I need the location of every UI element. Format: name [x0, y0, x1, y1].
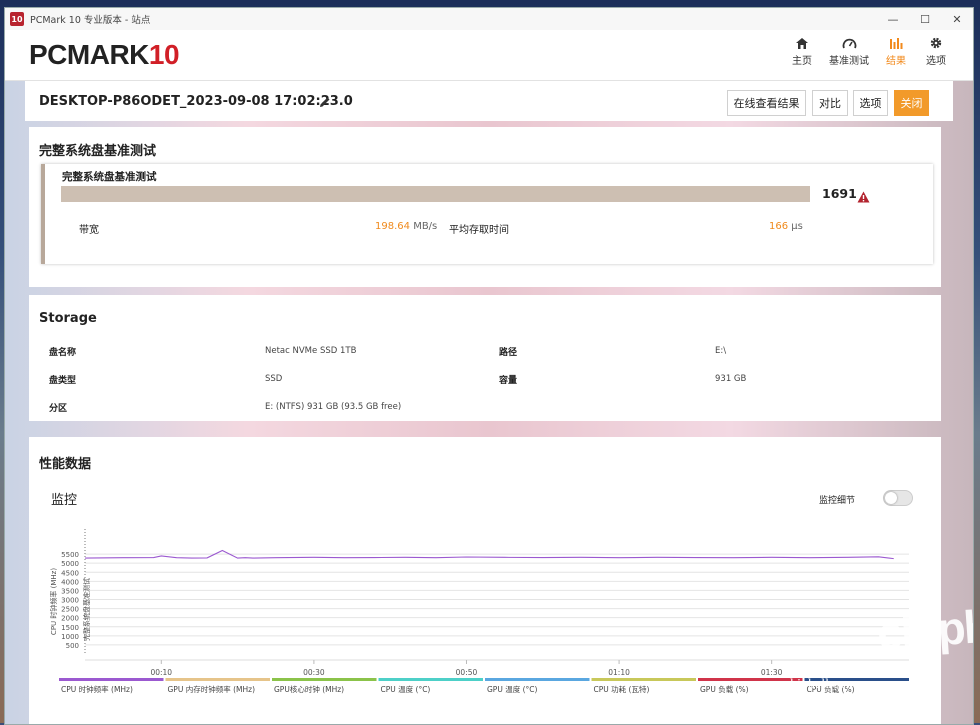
y-tick-label: 5000 [61, 560, 79, 568]
result-toolbar: DESKTOP-P86ODET_2023-09-08 17:02:23.0 在线… [25, 81, 953, 121]
y-tick-label: 1000 [61, 633, 79, 641]
nav-results[interactable]: 结果 [883, 34, 909, 67]
logo-version: 10 [148, 39, 180, 70]
maximize-button[interactable]: ☐ [909, 8, 941, 30]
benchmark-inner-card: 完整系统盘基准测试 1691 带宽 198.64 MB/s 平均存取时间 166… [41, 164, 933, 264]
x-tick-label: 01:10 [608, 668, 630, 677]
y-tick-label: 4000 [61, 578, 79, 586]
path-value: E:\ [715, 346, 727, 356]
legend-label: GPU 温度 (°C) [487, 684, 538, 694]
legend-swatch [272, 678, 377, 681]
legend-swatch [59, 678, 164, 681]
nav-home[interactable]: 主页 [789, 34, 815, 67]
x-tick-label: 00:30 [303, 668, 325, 677]
latency-label: 平均存取时间 [449, 225, 509, 236]
benchmark-overlay-label: 完整系统盘基准测试 [82, 578, 91, 641]
bandwidth-label: 带宽 [79, 225, 99, 236]
window-title: PCMark 10 专业版本 - 站点 [30, 15, 151, 26]
view-online-button[interactable]: 在线查看结果 [727, 90, 806, 116]
test-name: 完整系统盘基准测试 [62, 171, 157, 183]
app-icon: 10 [10, 12, 24, 26]
home-icon [795, 34, 809, 52]
y-tick-label: 3500 [61, 587, 79, 595]
y-tick-label: 3000 [61, 597, 79, 605]
legend-swatch [378, 678, 483, 681]
compare-button[interactable]: 对比 [812, 90, 848, 116]
drive-type-label: 盘类型 [49, 376, 77, 386]
path-label: 路径 [499, 348, 518, 358]
y-tick-label: 2500 [61, 606, 79, 614]
app-header: PCMARK10 主页 基准测试 结果 选项 [5, 30, 973, 81]
benchmark-section-title: 完整系统盘基准测试 [39, 144, 157, 159]
y-tick-label: 2000 [61, 615, 79, 623]
storage-card: Storage 盘名称 Netac NVMe SSD 1TB 路径 E:\ 盘类… [29, 295, 941, 421]
y-tick-label: 4500 [61, 569, 79, 577]
bar-chart-icon [889, 34, 903, 52]
nav-home-label: 主页 [792, 56, 812, 67]
nav-options-label: 选项 [926, 56, 946, 67]
bandwidth-value: 198.64 MB/s [375, 221, 438, 232]
drive-type-value: SSD [265, 374, 283, 384]
legend-label: CPU 功耗 (瓦特) [594, 684, 650, 694]
watermark-url: www.chiphell.com [751, 677, 857, 692]
legend-swatch [165, 678, 270, 681]
close-window-button[interactable]: ✕ [941, 8, 973, 30]
latency-value: 166 μs [769, 221, 803, 232]
warning-icon[interactable] [857, 188, 870, 207]
watermark-logo: chiphell [875, 596, 974, 660]
legend-label: GPU 内存时钟频率 (MHz) [168, 684, 256, 694]
app-window: 10 PCMark 10 专业版本 - 站点 — ☐ ✕ PCMARK10 主页… [4, 7, 974, 725]
legend-label: GPU核心时钟 (MHz) [274, 684, 344, 694]
y-tick-label: 1500 [61, 624, 79, 632]
gear-icon [929, 34, 943, 52]
capacity-label: 容量 [499, 376, 518, 386]
watermark: chiphell www.chiphell.com [745, 597, 973, 721]
results-content: DESKTOP-P86ODET_2023-09-08 17:02:23.0 在线… [5, 81, 973, 724]
nav-results-label: 结果 [886, 56, 906, 67]
nav-benchmarks[interactable]: 基准测试 [829, 34, 869, 67]
title-bar: 10 PCMark 10 专业版本 - 站点 — ☐ ✕ [5, 8, 973, 30]
capacity-value: 931 GB [715, 374, 747, 384]
main-nav: 主页 基准测试 结果 选项 [789, 34, 949, 67]
legend-label: CPU 时钟频率 (MHz) [61, 684, 133, 694]
drive-name-value: Netac NVMe SSD 1TB [265, 346, 357, 356]
legend-label: GPU 负载 (%) [700, 684, 749, 694]
legend-swatch [591, 678, 696, 681]
minimize-button[interactable]: — [877, 8, 909, 30]
drive-name-label: 盘名称 [49, 348, 77, 358]
partition-value: E: (NTFS) 931 GB (93.5 GB free) [265, 402, 402, 412]
nav-benchmarks-label: 基准测试 [829, 56, 869, 67]
pcmark-logo: PCMARK10 [29, 39, 180, 71]
benchmark-card: 完整系统盘基准测试 完整系统盘基准测试 1691 带宽 198.64 MB/s … [29, 127, 941, 287]
gauge-icon [842, 34, 857, 52]
y-axis-label: CPU 时钟频率 (MHz) [49, 568, 58, 635]
score-value: 1691 [822, 186, 857, 201]
legend-swatch [485, 678, 590, 681]
storage-title: Storage [39, 311, 97, 326]
partition-label: 分区 [49, 404, 68, 414]
score-bar [61, 186, 810, 202]
y-tick-label: 500 [66, 642, 79, 650]
result-name: DESKTOP-P86ODET_2023-09-08 17:02:23.0 [39, 94, 353, 109]
legend-label: CPU 温度 (°C) [381, 684, 431, 694]
logo-text: PCMARK [29, 39, 149, 70]
pencil-icon[interactable] [319, 93, 331, 112]
close-result-button[interactable]: 关闭 [894, 90, 929, 116]
options-button[interactable]: 选项 [853, 90, 888, 116]
y-tick-label: 5500 [61, 551, 79, 559]
x-tick-label: 00:10 [150, 668, 172, 677]
nav-options[interactable]: 选项 [923, 34, 949, 67]
x-tick-label: 00:50 [456, 668, 478, 677]
